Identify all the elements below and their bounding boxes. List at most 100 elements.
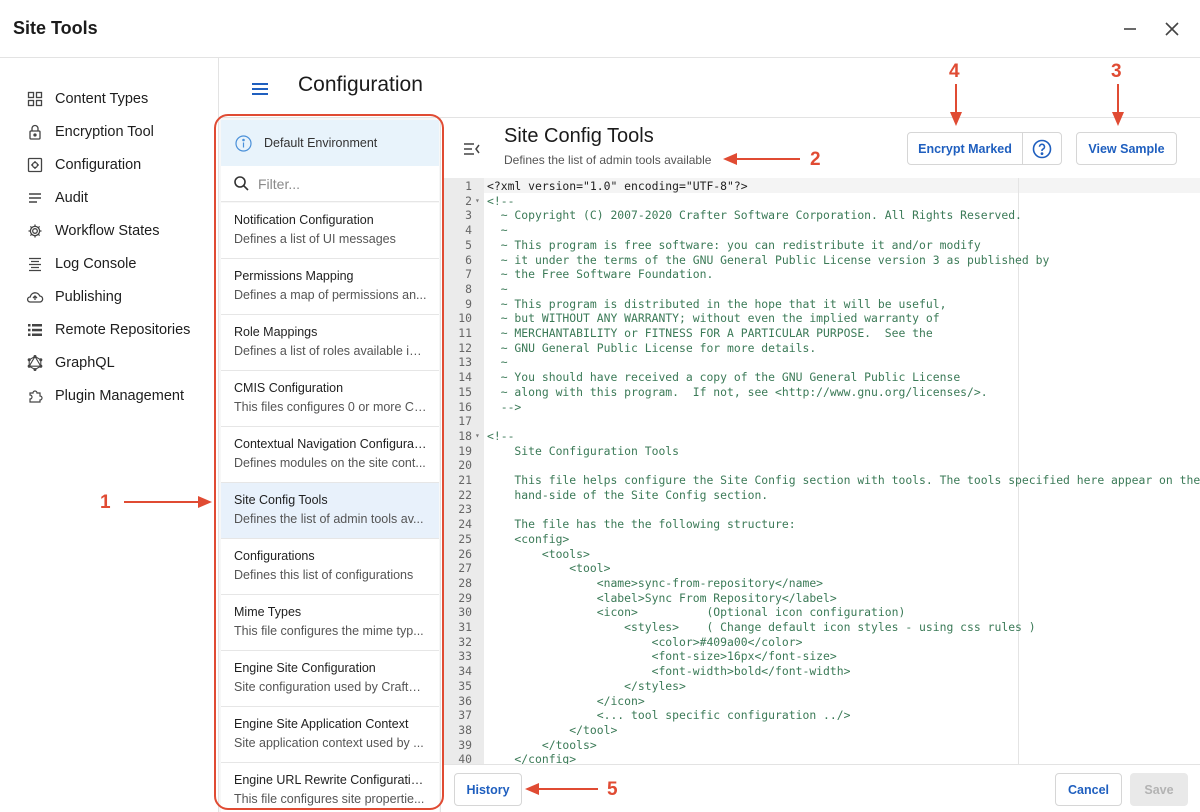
line-number: 21 bbox=[458, 473, 472, 487]
help-button[interactable] bbox=[1022, 132, 1062, 165]
file-list-item[interactable]: CMIS Configuration This files configures … bbox=[221, 371, 439, 427]
code-text: ~ This program is distributed in the hop… bbox=[487, 296, 947, 311]
line-number: 28 bbox=[458, 575, 472, 590]
code-line: 1 <?xml version="1.0" encoding="UTF-8"?> bbox=[444, 179, 1200, 194]
line-number: 12 bbox=[458, 340, 472, 355]
nav-item-label: GraphQL bbox=[55, 355, 115, 371]
line-number: 1 bbox=[465, 179, 472, 193]
line-number: 22 bbox=[458, 487, 472, 502]
history-button[interactable]: History bbox=[454, 773, 522, 806]
code-line: 7 ~ the Free Software Foundation. bbox=[444, 267, 1200, 282]
code-text: <!-- bbox=[487, 193, 515, 208]
code-line: 39 </tools> bbox=[444, 738, 1200, 753]
code-text: ~ GNU General Public License for more de… bbox=[487, 340, 817, 355]
file-list-item[interactable]: Role Mappings Defines a list of roles ava… bbox=[221, 315, 439, 371]
code-line: 40 </config> bbox=[444, 752, 1200, 764]
file-name: Configurations bbox=[234, 549, 315, 563]
code-text: </icon> bbox=[487, 693, 645, 708]
encrypt-marked-button[interactable]: Encrypt Marked bbox=[907, 132, 1023, 165]
file-list-item[interactable]: Contextual Navigation Configurat... Defin… bbox=[221, 427, 439, 483]
code-line: 30 <icon> (Optional icon configuration) bbox=[444, 605, 1200, 620]
filter-input[interactable] bbox=[258, 175, 428, 192]
file-list-item[interactable]: Engine Site Application Context Site appl… bbox=[221, 707, 439, 763]
line-number: 34 bbox=[458, 664, 472, 679]
nav-item-workflow-states[interactable]: Workflow States bbox=[26, 218, 160, 244]
code-text: ~ bbox=[487, 223, 508, 238]
code-text: <config> bbox=[487, 531, 570, 546]
file-list-item[interactable]: Site Config Tools Defines the list of adm… bbox=[221, 483, 439, 539]
close-button[interactable] bbox=[1158, 15, 1186, 43]
code-line: 9 ~ This program is distributed in the h… bbox=[444, 297, 1200, 312]
menu-button[interactable] bbox=[249, 78, 271, 100]
collapse-list-button[interactable] bbox=[462, 140, 482, 158]
window-title: Site Tools bbox=[13, 18, 98, 38]
annotation-arrow-4 bbox=[955, 84, 957, 114]
line-number: 3 bbox=[465, 208, 472, 223]
code-text: <tools> bbox=[487, 546, 590, 561]
content-types-icon bbox=[26, 90, 44, 108]
code-line: 17 bbox=[444, 414, 1200, 429]
line-number: 36 bbox=[458, 693, 472, 708]
code-line: 24 The file has the the following struct… bbox=[444, 517, 1200, 532]
code-line: 15 ~ along with this program. If not, se… bbox=[444, 385, 1200, 400]
line-number: 5 bbox=[465, 237, 472, 252]
line-number: 6 bbox=[465, 252, 472, 267]
line-number: 4 bbox=[465, 223, 472, 238]
save-button[interactable]: Save bbox=[1130, 773, 1188, 806]
file-list-item[interactable]: Configurations Defines this list of confi… bbox=[221, 539, 439, 595]
line-number: 15 bbox=[458, 384, 472, 399]
file-name: Permissions Mapping bbox=[234, 269, 354, 283]
file-description: Defines a list of roles available in ... bbox=[234, 344, 427, 358]
annotation-arrow-1 bbox=[124, 501, 200, 503]
nav-item-log-console[interactable]: Log Console bbox=[26, 251, 136, 277]
fold-toggle-icon[interactable]: ▾ bbox=[475, 194, 480, 209]
code-text: Site Configuration Tools bbox=[487, 443, 680, 458]
code-editor[interactable]: 1 <?xml version="1.0" encoding="UTF-8"?> 2… bbox=[444, 178, 1200, 764]
configuration-icon bbox=[26, 156, 44, 174]
code-line: 4 ~ bbox=[444, 223, 1200, 238]
code-text: ~ it under the terms of the GNU General … bbox=[487, 252, 1050, 267]
config-file-list: Default Environment Notification Configu… bbox=[219, 118, 441, 812]
code-text: ~ bbox=[487, 355, 508, 370]
puzzle-icon bbox=[26, 387, 44, 405]
arrow-head-icon bbox=[198, 496, 212, 508]
nav-item-plugin-management[interactable]: Plugin Management bbox=[26, 383, 184, 409]
file-name: Site Config Tools bbox=[234, 493, 328, 507]
minimize-button[interactable] bbox=[1116, 15, 1144, 43]
nav-item-remote-repositories[interactable]: Remote Repositories bbox=[26, 317, 190, 343]
file-list-item[interactable]: Mime Types This file configures the mime … bbox=[221, 595, 439, 651]
file-list-item[interactable]: Permissions Mapping Defines a map of perm… bbox=[221, 259, 439, 315]
nav-item-configuration[interactable]: Configuration bbox=[26, 152, 141, 178]
nav-item-audit[interactable]: Audit bbox=[26, 185, 88, 211]
cancel-button[interactable]: Cancel bbox=[1055, 773, 1122, 806]
code-line: 27 <tool> bbox=[444, 561, 1200, 576]
code-text: ~ Copyright (C) 2007-2020 Crafter Softwa… bbox=[487, 208, 1022, 223]
code-line: 35 </styles> bbox=[444, 679, 1200, 694]
code-text: --> bbox=[487, 399, 522, 414]
code-line: 18 ▾ <!-- bbox=[444, 429, 1200, 444]
file-name: CMIS Configuration bbox=[234, 381, 344, 395]
title-bar: Site Tools bbox=[0, 0, 1200, 58]
file-list-item[interactable]: Engine Site Configuration Site configurat… bbox=[221, 651, 439, 707]
file-list-item[interactable]: Notification Configuration Defines a list… bbox=[221, 203, 439, 259]
code-line: 8 ~ bbox=[444, 282, 1200, 297]
file-list-item[interactable]: Engine URL Rewrite Configuratio... This f… bbox=[221, 763, 439, 812]
line-number: 32 bbox=[458, 634, 472, 649]
code-line: 32 <color>#409a00</color> bbox=[444, 635, 1200, 650]
nav-item-publishing[interactable]: Publishing bbox=[26, 284, 122, 310]
line-number: 33 bbox=[458, 649, 472, 664]
arrow-head-icon bbox=[723, 153, 737, 165]
line-number: 37 bbox=[458, 708, 472, 723]
nav-item-label: Plugin Management bbox=[55, 388, 184, 404]
nav-item-graphql[interactable]: GraphQL bbox=[26, 350, 115, 376]
nav-item-encryption-tool[interactable]: Encryption Tool bbox=[26, 119, 154, 145]
line-number: 16 bbox=[458, 399, 472, 414]
line-number: 13 bbox=[458, 355, 472, 370]
code-line: 22 hand-side of the Site Config section. bbox=[444, 488, 1200, 503]
arrow-head-icon bbox=[525, 783, 539, 795]
annotation-2: 2 bbox=[810, 149, 821, 170]
view-sample-button[interactable]: View Sample bbox=[1076, 132, 1177, 165]
code-line: 20 bbox=[444, 458, 1200, 473]
fold-toggle-icon[interactable]: ▾ bbox=[475, 429, 480, 444]
nav-item-content-types[interactable]: Content Types bbox=[26, 86, 148, 112]
